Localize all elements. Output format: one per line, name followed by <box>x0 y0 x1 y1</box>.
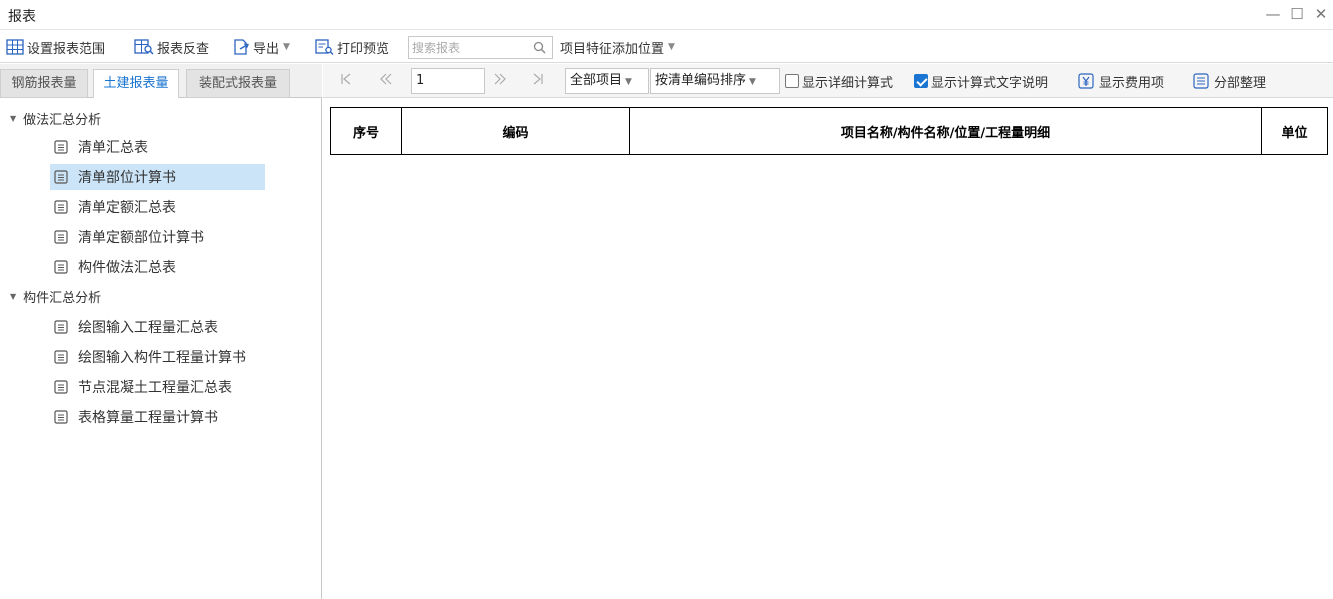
tree-item-component-method-summary[interactable]: 构件做法汇总表 <box>50 254 265 280</box>
print-preview-button[interactable]: 打印预览 <box>314 37 389 57</box>
yen-icon <box>1078 73 1094 89</box>
set-report-range-button[interactable]: 设置报表范围 <box>6 37 105 57</box>
previous-page-icon[interactable] <box>377 72 395 90</box>
checkbox-checked[interactable] <box>914 74 928 88</box>
document-icon <box>54 260 68 274</box>
organize-sections-button[interactable]: 分部整理 <box>1193 72 1267 91</box>
column-header-unit: 单位 <box>1261 107 1328 155</box>
tree-item-drawing-quantity-summary[interactable]: 绘图输入工程量汇总表 <box>50 314 265 340</box>
caret-down-icon[interactable]: ▼ <box>10 292 16 301</box>
tree-group-label: 做法汇总分析 <box>23 112 102 128</box>
report-tree: ▼ 做法汇总分析 清单汇总表 清单部位计算书 清单定额汇总表 清单定额部位计算书… <box>0 98 322 599</box>
report-reverse-check-label: 报表反查 <box>157 41 210 57</box>
column-header-code: 编码 <box>401 107 630 155</box>
show-fee-label: 显示费用项 <box>1099 75 1165 91</box>
tree-item-label: 清单汇总表 <box>78 140 148 156</box>
tree-item-label: 清单定额汇总表 <box>78 200 176 216</box>
report-search-input[interactable] <box>409 37 527 58</box>
tree-group-label: 构件汇总分析 <box>23 290 102 306</box>
window-titlebar: 报表 — ☐ ✕ <box>0 0 1333 30</box>
chevron-down-icon: ▼ <box>749 77 756 87</box>
caret-down-icon[interactable]: ▼ <box>10 114 16 123</box>
sort-order-value: 按清单编码排序 <box>655 73 747 88</box>
show-formula-text-checkbox[interactable]: 显示计算式文字说明 <box>914 72 1049 91</box>
show-detail-formula-label: 显示详细计算式 <box>802 75 894 91</box>
list-organize-icon <box>1193 73 1209 89</box>
last-page-icon[interactable] <box>529 72 547 90</box>
tree-item-bill-location-calc[interactable]: 清单部位计算书 <box>50 164 265 190</box>
next-page-icon[interactable] <box>491 72 509 90</box>
document-icon <box>54 380 68 394</box>
print-preview-label: 打印预览 <box>337 41 390 57</box>
tree-item-node-concrete-summary[interactable]: 节点混凝土工程量汇总表 <box>50 374 265 400</box>
maximize-button[interactable]: ☐ <box>1286 4 1308 24</box>
column-header-description: 项目名称/构件名称/位置/工程量明细 <box>629 107 1262 155</box>
show-detail-formula-checkbox[interactable]: 显示详细计算式 <box>785 72 894 91</box>
document-icon <box>54 140 68 154</box>
document-icon <box>54 410 68 424</box>
tab-prefab-report[interactable]: 装配式报表量 <box>186 69 290 98</box>
tab-civil-report[interactable]: 土建报表量 <box>93 69 179 99</box>
checkbox-unchecked[interactable] <box>785 74 799 88</box>
chevron-down-icon: ▼ <box>668 42 675 52</box>
export-label: 导出 <box>253 41 280 57</box>
tree-item-drawing-component-calc[interactable]: 绘图输入构件工程量计算书 <box>50 344 265 370</box>
tree-group-component-summary[interactable]: ▼ 构件汇总分析 <box>10 284 101 308</box>
report-reverse-check-button[interactable]: 报表反查 <box>134 37 209 57</box>
document-icon <box>54 350 68 364</box>
tree-item-label: 构件做法汇总表 <box>78 260 176 276</box>
first-page-icon[interactable] <box>337 72 355 90</box>
project-scope-value: 全部项目 <box>570 73 623 88</box>
export-icon <box>234 39 249 55</box>
print-preview-icon <box>315 39 334 55</box>
show-fee-button[interactable]: 显示费用项 <box>1078 72 1165 91</box>
tree-item-bill-quota-summary[interactable]: 清单定额汇总表 <box>50 194 265 220</box>
tree-item-label: 绘图输入工程量汇总表 <box>78 320 218 336</box>
window-title: 报表 <box>8 9 36 25</box>
report-search-box[interactable] <box>408 36 553 59</box>
sort-order-dropdown[interactable]: 按清单编码排序 ▼ <box>650 68 780 94</box>
chevron-down-icon: ▼ <box>625 77 632 87</box>
report-header-row: 序号 编码 项目名称/构件名称/位置/工程量明细 单位 <box>330 107 1328 155</box>
tab-rebar-report[interactable]: 钢筋报表量 <box>0 69 88 98</box>
grid-icon <box>6 39 24 55</box>
tree-item-label: 清单定额部位计算书 <box>78 230 204 246</box>
report-preview-area: 序号 编码 项目名称/构件名称/位置/工程量明细 单位 <box>323 98 1333 599</box>
main-toolbar: 设置报表范围 报表反查 导出 ▼ 打印预览 项目特征添加位置 ▼ <box>0 31 1333 63</box>
tree-item-label: 节点混凝土工程量汇总表 <box>78 380 232 396</box>
tree-item-label: 表格算量工程量计算书 <box>78 410 218 426</box>
tree-item-table-quantity-calc[interactable]: 表格算量工程量计算书 <box>50 404 265 430</box>
document-icon <box>54 320 68 334</box>
feature-position-dropdown[interactable]: 项目特征添加位置 ▼ <box>560 37 675 57</box>
export-button[interactable]: 导出 ▼ <box>232 37 290 57</box>
organize-sections-label: 分部整理 <box>1214 75 1267 91</box>
search-icon[interactable] <box>533 41 546 54</box>
tree-item-bill-quota-location-calc[interactable]: 清单定额部位计算书 <box>50 224 265 250</box>
table-search-icon <box>134 39 154 55</box>
report-table: 序号 编码 项目名称/构件名称/位置/工程量明细 单位 <box>330 107 1328 155</box>
column-header-index: 序号 <box>330 107 402 155</box>
set-report-range-label: 设置报表范围 <box>27 41 106 57</box>
minimize-button[interactable]: — <box>1262 4 1284 24</box>
document-icon <box>54 200 68 214</box>
tree-item-bill-summary[interactable]: 清单汇总表 <box>50 134 265 160</box>
show-formula-text-label: 显示计算式文字说明 <box>931 75 1049 91</box>
chevron-down-icon: ▼ <box>283 42 290 52</box>
tree-group-method-summary[interactable]: ▼ 做法汇总分析 <box>10 106 101 130</box>
tree-item-label: 绘图输入构件工程量计算书 <box>78 350 246 366</box>
tree-item-label: 清单部位计算书 <box>78 170 176 186</box>
page-number-input[interactable]: 1 <box>411 68 485 94</box>
report-viewer-toolbar: 1 全部项目 ▼ 按清单编码排序 ▼ 显示详细计算式 显示计算式文字说明 显示费用项… <box>323 64 1333 98</box>
document-icon <box>54 230 68 244</box>
document-icon <box>54 170 68 184</box>
feature-position-label: 项目特征添加位置 <box>560 41 665 57</box>
report-category-tabs: 钢筋报表量 土建报表量 装配式报表量 <box>0 64 322 99</box>
project-scope-dropdown[interactable]: 全部项目 ▼ <box>565 68 649 94</box>
close-button[interactable]: ✕ <box>1310 4 1332 24</box>
